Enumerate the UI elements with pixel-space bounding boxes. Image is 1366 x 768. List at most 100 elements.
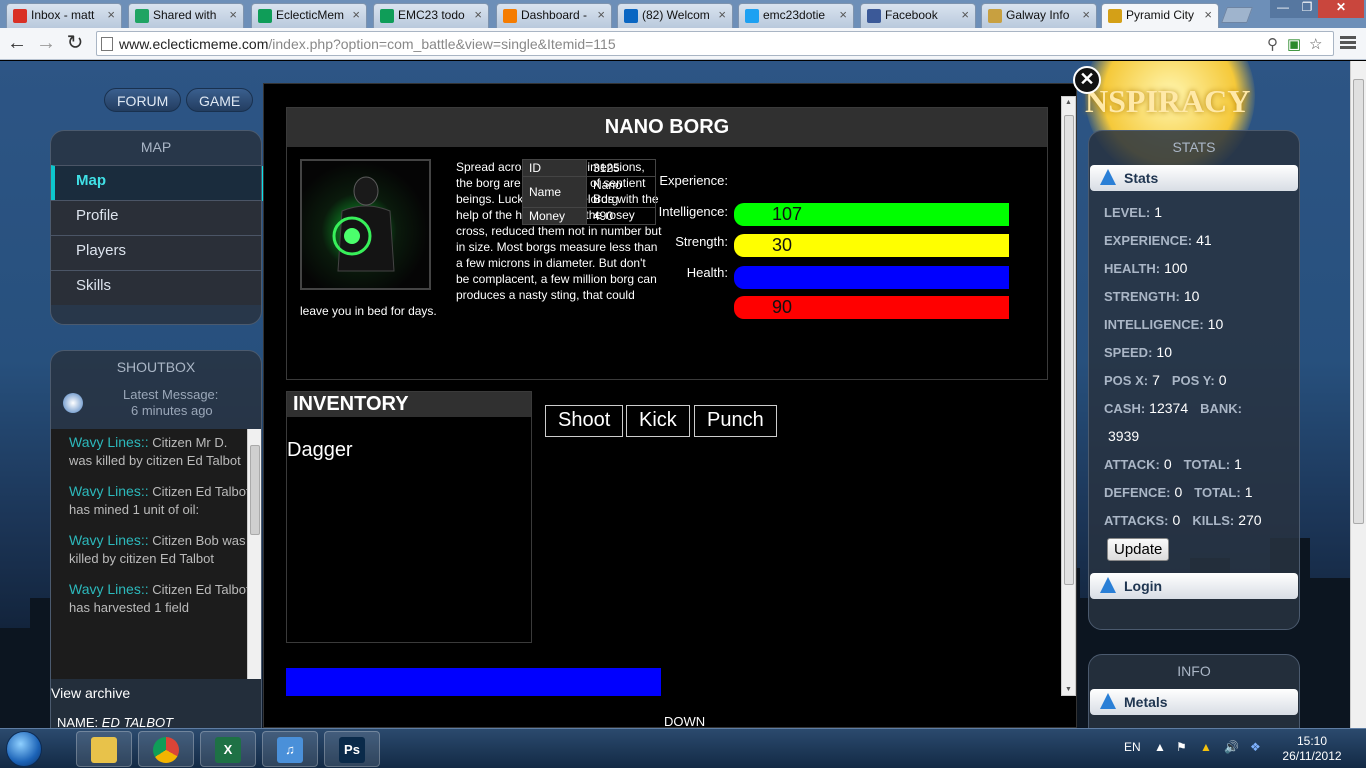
browser-tab[interactable]: Pyramid City × (1101, 3, 1219, 29)
window-close-button[interactable]: ✕ (1318, 0, 1364, 18)
metals-section-header[interactable]: Metals (1090, 689, 1298, 715)
taskbar-app[interactable]: ♫ (262, 731, 318, 767)
browser-tab[interactable]: Facebook × (860, 3, 976, 28)
forum-button[interactable]: FORUM (104, 88, 182, 112)
reload-icon[interactable]: ↻ (63, 32, 87, 56)
language-indicator[interactable]: EN (1124, 740, 1141, 754)
inventory-item[interactable]: Dagger (287, 417, 531, 462)
modal-scrollbar[interactable]: ▲ ▼ (1061, 96, 1076, 696)
browser-tab[interactable]: Dashboard - × (496, 3, 612, 28)
tab-close-icon[interactable]: × (839, 7, 847, 22)
flag-icon[interactable]: ⚑ (1176, 740, 1187, 754)
tab-close-icon[interactable]: × (961, 7, 969, 22)
tab-close-icon[interactable]: × (718, 7, 726, 22)
tab-close-icon[interactable]: × (474, 7, 482, 22)
stat-value: 0 (1174, 484, 1183, 500)
stat-value: 1 (1154, 204, 1163, 220)
address-bar[interactable]: www.eclecticmeme.com/index.php?option=co… (96, 31, 1334, 56)
tab-close-icon[interactable]: × (1204, 7, 1212, 22)
volume-icon[interactable]: 🔊 (1224, 740, 1239, 754)
shoutbox-panel: SHOUTBOX Latest Message: 6 minutes ago W… (50, 350, 262, 728)
tab-close-icon[interactable]: × (1082, 7, 1090, 22)
shout-author[interactable]: Wavy Lines:: (69, 532, 149, 548)
shoutbox-scrollbar[interactable] (247, 429, 261, 679)
shout-message: Wavy Lines:: Citizen Ed Talbot has mined… (51, 478, 261, 527)
shoutbox-scroll-thumb[interactable] (250, 445, 260, 535)
stat-row: ATTACK: 0 TOTAL: 1 (1089, 450, 1299, 478)
shout-author[interactable]: Wavy Lines:: (69, 581, 149, 597)
modal-close-icon[interactable]: ✕ (1073, 66, 1101, 94)
zoom-icon[interactable]: ⚲ (1267, 35, 1278, 53)
shout-author[interactable]: Wavy Lines:: (69, 483, 149, 499)
stat-key: POS X: (1104, 373, 1149, 388)
tab-label: (82) Welcom (642, 8, 710, 22)
login-section-header[interactable]: Login (1090, 573, 1298, 599)
taskbar-app[interactable]: X (200, 731, 256, 767)
stat-bar-label: Intelligence: (658, 204, 728, 219)
folder-icon (91, 737, 117, 763)
browser-tab[interactable]: EclecticMem × (251, 3, 367, 28)
chrome-menu-icon[interactable] (1340, 36, 1356, 51)
browser-tab[interactable]: Shared with × (128, 3, 244, 28)
browser-tab[interactable]: Galway Info × (981, 3, 1097, 28)
info-row: Money 490 (522, 207, 656, 225)
stat-row: INTELLIGENCE: 10 (1089, 310, 1299, 338)
taskbar-app[interactable]: Ps (324, 731, 380, 767)
game-button[interactable]: GAME (186, 88, 254, 112)
clock-date: 26/11/2012 (1282, 749, 1342, 763)
stat-row: EXPERIENCE: 41 (1089, 226, 1299, 254)
stats-list: LEVEL: 1 EXPERIENCE: 41 HEALTH: 100 STRENGTH: 1… (1089, 191, 1299, 534)
taskbar-app[interactable] (138, 731, 194, 767)
browser-tab[interactable]: EMC23 todo × (373, 3, 489, 28)
shout-list: Wavy Lines:: Citizen Mr D. was killed by… (51, 429, 261, 679)
tab-label: Dashboard - (521, 8, 588, 22)
star-icon[interactable]: ☆ (1309, 35, 1322, 53)
stat-value: 0 (1163, 456, 1172, 472)
shoutbox-title: SHOUTBOX (116, 359, 196, 375)
metals-icon (1100, 693, 1116, 709)
punch-button[interactable]: Punch (694, 405, 777, 437)
tab-close-icon[interactable]: × (597, 7, 605, 22)
url-text[interactable]: www.eclecticmeme.com/index.php?option=co… (119, 36, 616, 52)
view-archive-link[interactable]: View archive (51, 685, 130, 701)
scroll-up-icon[interactable]: ▲ (1065, 99, 1072, 106)
down-label[interactable]: DOWN (664, 714, 705, 728)
sidebar-item-profile[interactable]: Profile (51, 200, 261, 235)
browser-tabbar: Inbox - matt × Shared with × EclecticMem × EMC… (0, 0, 1366, 29)
page-scroll-thumb[interactable] (1353, 79, 1364, 524)
browser-tab[interactable]: emc23dotie × (738, 3, 854, 28)
tab-close-icon[interactable]: × (352, 7, 360, 22)
modal-scroll-thumb[interactable] (1064, 115, 1074, 585)
tray-expand-icon[interactable]: ▲ (1154, 740, 1166, 754)
shoot-button[interactable]: Shoot (545, 405, 624, 437)
stat-value: 10 (1183, 288, 1200, 304)
shout-author[interactable]: Wavy Lines:: (69, 434, 149, 450)
forward-icon[interactable]: → (34, 32, 58, 56)
sidebar-item-map[interactable]: Map (51, 165, 275, 201)
clock[interactable]: 15:10 26/11/2012 (1280, 734, 1344, 764)
stat-row: STRENGTH: 10 (1089, 282, 1299, 310)
maximize-button[interactable]: ❐ (1296, 0, 1318, 18)
minimize-button[interactable]: — (1270, 0, 1296, 18)
stat-row: LEVEL: 1 (1089, 198, 1299, 226)
kick-button[interactable]: Kick (626, 405, 690, 437)
browser-tab[interactable]: (82) Welcom × (617, 3, 733, 28)
browser-tab[interactable]: Inbox - matt × (6, 3, 122, 28)
sidebar-item-players[interactable]: Players (51, 235, 261, 270)
tab-close-icon[interactable]: × (107, 7, 115, 22)
name-row: NAME: ED TALBOT (57, 715, 173, 728)
start-button-icon[interactable] (6, 731, 42, 767)
stats-section-header[interactable]: Stats (1090, 165, 1298, 191)
page-scrollbar[interactable] (1350, 61, 1366, 728)
update-button[interactable]: Update (1107, 538, 1170, 561)
dropbox-icon[interactable]: ❖ (1250, 740, 1261, 754)
back-icon[interactable]: ← (5, 32, 29, 56)
tab-close-icon[interactable]: × (229, 7, 237, 22)
scroll-down-icon[interactable]: ▼ (1065, 686, 1072, 693)
windows-taskbar: X ♫ Ps EN ▲ ⚑ ▲ 🔊 ❖ 15:10 26/11/2012 (0, 728, 1366, 768)
extension-icon[interactable]: ▣ (1287, 35, 1301, 53)
taskbar-app[interactable] (76, 731, 132, 767)
tab-favicon-icon (867, 9, 881, 23)
drive-icon[interactable]: ▲ (1200, 740, 1212, 754)
sidebar-item-skills[interactable]: Skills (51, 270, 261, 305)
